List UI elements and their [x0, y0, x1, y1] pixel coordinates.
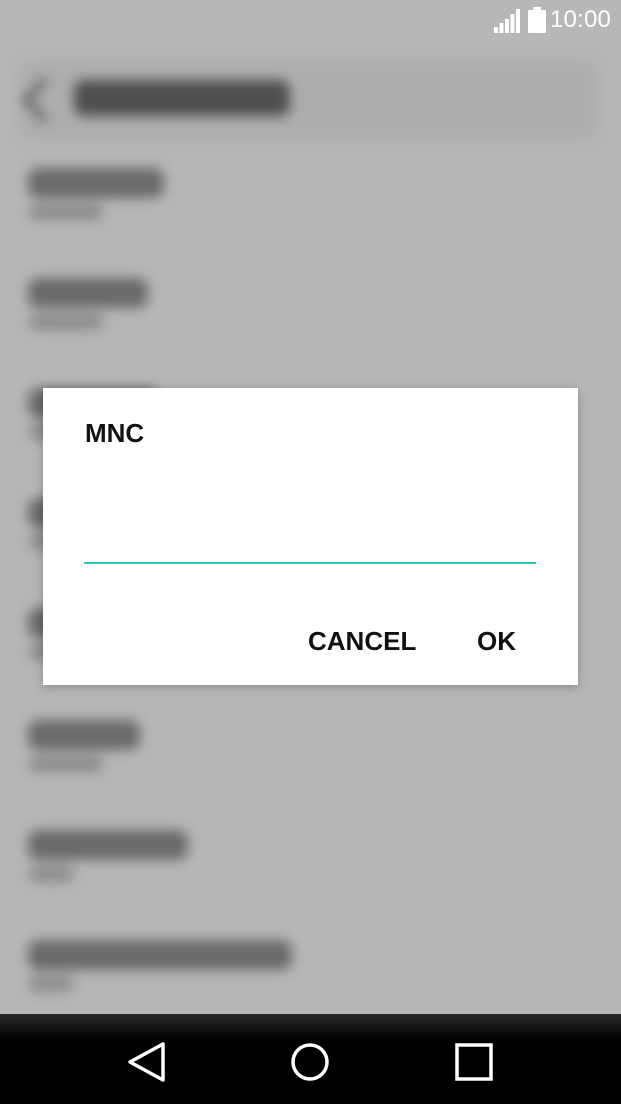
background-list-item — [28, 278, 588, 358]
cancel-button[interactable]: CANCEL — [298, 620, 426, 662]
screen: 10:00 MNC CANCEL OK — [0, 0, 621, 1104]
home-icon[interactable] — [282, 1034, 338, 1090]
dialog-title: MNC — [85, 418, 145, 448]
navigation-bar — [0, 1014, 621, 1104]
status-time: 10:00 — [550, 6, 612, 33]
background-list-item — [28, 940, 588, 1020]
back-icon[interactable] — [118, 1034, 174, 1090]
background-app-bar — [18, 60, 598, 140]
background-list-item — [28, 830, 588, 910]
signal-icon — [494, 9, 520, 33]
battery-icon — [528, 7, 546, 33]
recents-icon[interactable] — [446, 1034, 502, 1090]
background-list-item — [28, 720, 588, 800]
ok-button[interactable]: OK — [467, 620, 526, 662]
mnc-input[interactable] — [84, 516, 536, 564]
mnc-dialog: MNC CANCEL OK — [43, 388, 578, 685]
background-back-icon — [21, 77, 67, 123]
background-list-item — [28, 168, 588, 248]
background-title — [74, 80, 290, 116]
status-bar: 10:00 — [0, 0, 621, 42]
